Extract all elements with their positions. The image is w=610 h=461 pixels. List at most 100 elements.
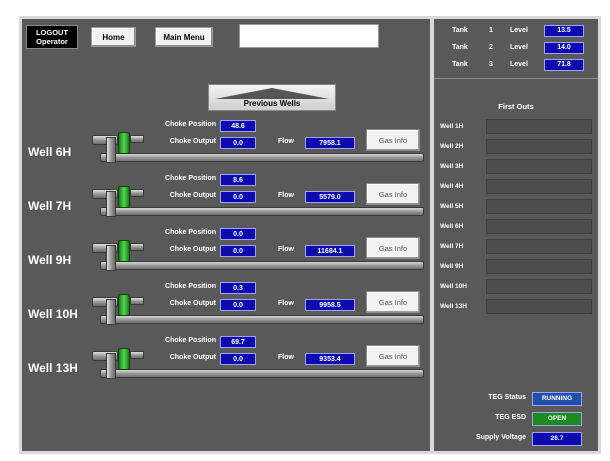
well-row: Well 6H Choke Position 48.6 Choke Output… bbox=[22, 120, 430, 173]
tank-level-value: 71.8 bbox=[544, 59, 584, 71]
first-out-well-label: Well 5H bbox=[440, 203, 464, 210]
tank-label: Tank bbox=[452, 44, 468, 51]
gas-info-button[interactable]: Gas Info bbox=[366, 183, 420, 205]
supply-voltage-value: 26.7 bbox=[532, 432, 582, 446]
choke-valve-icon[interactable] bbox=[118, 186, 130, 208]
valve-stem bbox=[130, 189, 144, 197]
flow-line-pipe bbox=[100, 369, 424, 378]
choke-output-value: 0.0 bbox=[220, 299, 256, 311]
choke-position-label: Choke Position bbox=[165, 337, 216, 344]
previous-wells-button[interactable]: Previous Wells bbox=[208, 84, 336, 111]
choke-valve-icon[interactable] bbox=[118, 240, 130, 262]
first-out-well-label: Well 9H bbox=[440, 263, 464, 270]
flow-label: Flow bbox=[278, 354, 294, 361]
up-arrow-icon bbox=[215, 88, 329, 99]
first-out-indicator bbox=[486, 159, 592, 174]
choke-valve-icon[interactable] bbox=[118, 132, 130, 154]
previous-wells-label: Previous Wells bbox=[243, 99, 301, 108]
first-out-well-label: Well 1H bbox=[440, 123, 464, 130]
first-out-well-label: Well 4H bbox=[440, 183, 464, 190]
choke-output-value: 0.0 bbox=[220, 137, 256, 149]
message-box bbox=[239, 24, 379, 48]
first-out-row: Well 9H bbox=[434, 259, 598, 274]
first-out-row: Well 6H bbox=[434, 219, 598, 234]
flow-line-pipe bbox=[100, 315, 424, 324]
choke-output-label: Choke Output bbox=[169, 300, 216, 307]
tank-number: 1 bbox=[489, 27, 493, 34]
level-label: Level bbox=[510, 44, 528, 51]
teg-status-value: RUNNING bbox=[532, 392, 582, 406]
choke-position-label: Choke Position bbox=[165, 175, 216, 182]
teg-esd-value: OPEN bbox=[532, 412, 582, 426]
choke-position-value: 0.0 bbox=[220, 228, 256, 240]
valve-stem bbox=[130, 243, 144, 251]
tank-number: 2 bbox=[489, 44, 493, 51]
first-out-indicator bbox=[486, 139, 592, 154]
first-out-row: Well 3H bbox=[434, 159, 598, 174]
flow-value: 7958.1 bbox=[305, 137, 355, 149]
first-out-well-label: Well 2H bbox=[440, 143, 464, 150]
well-row: Well 9H Choke Position 0.0 Choke Output … bbox=[22, 228, 430, 281]
main-menu-button[interactable]: Main Menu bbox=[155, 27, 213, 47]
first-out-well-label: Well 10H bbox=[440, 283, 467, 290]
well-name: Well 10H bbox=[28, 307, 78, 321]
valve-stem bbox=[130, 351, 144, 359]
first-out-row: Well 10H bbox=[434, 279, 598, 294]
first-out-row: Well 4H bbox=[434, 179, 598, 194]
operator-label: Operator bbox=[36, 37, 68, 46]
teg-esd-label: TEG ESD bbox=[495, 414, 526, 421]
divider bbox=[434, 78, 598, 79]
home-button[interactable]: Home bbox=[91, 27, 136, 47]
choke-output-label: Choke Output bbox=[169, 354, 216, 361]
first-out-indicator bbox=[486, 259, 592, 274]
supply-voltage-label: Supply Voltage bbox=[475, 434, 526, 441]
choke-position-value: 8.6 bbox=[220, 174, 256, 186]
first-out-row: Well 13H bbox=[434, 299, 598, 314]
choke-output-value: 0.0 bbox=[220, 191, 256, 203]
first-out-row: Well 1H bbox=[434, 119, 598, 134]
first-out-row: Well 2H bbox=[434, 139, 598, 154]
gas-info-button[interactable]: Gas Info bbox=[366, 129, 420, 151]
choke-position-label: Choke Position bbox=[165, 121, 216, 128]
flow-value: 11684.1 bbox=[305, 245, 355, 257]
tank-label: Tank bbox=[452, 27, 468, 34]
gas-info-button[interactable]: Gas Info bbox=[366, 291, 420, 313]
first-out-indicator bbox=[486, 199, 592, 214]
choke-valve-icon[interactable] bbox=[118, 348, 130, 370]
well-name: Well 6H bbox=[28, 145, 72, 159]
well-row: Well 10H Choke Position 0.3 Choke Output… bbox=[22, 282, 430, 335]
flow-line-pipe bbox=[100, 207, 424, 216]
well-name: Well 13H bbox=[28, 361, 78, 375]
riser-pipe bbox=[106, 299, 116, 325]
teg-status-label: TEG Status bbox=[488, 394, 526, 401]
choke-output-label: Choke Output bbox=[169, 138, 216, 145]
well-row: Well 7H Choke Position 8.6 Choke Output … bbox=[22, 174, 430, 227]
choke-output-label: Choke Output bbox=[169, 246, 216, 253]
logout-label: LOGOUT bbox=[35, 28, 69, 37]
flow-label: Flow bbox=[278, 192, 294, 199]
first-out-indicator bbox=[486, 239, 592, 254]
first-out-row: Well 7H bbox=[434, 239, 598, 254]
flow-line-pipe bbox=[100, 153, 424, 162]
first-out-well-label: Well 7H bbox=[440, 243, 464, 250]
choke-position-value: 69.7 bbox=[220, 336, 256, 348]
first-out-row: Well 5H bbox=[434, 199, 598, 214]
first-out-well-label: Well 3H bbox=[440, 163, 464, 170]
logout-button[interactable]: LOGOUT Operator bbox=[26, 25, 78, 49]
riser-pipe bbox=[106, 137, 116, 163]
first-out-indicator bbox=[486, 299, 592, 314]
first-out-indicator bbox=[486, 119, 592, 134]
riser-pipe bbox=[106, 245, 116, 271]
choke-output-value: 0.0 bbox=[220, 353, 256, 365]
gas-info-button[interactable]: Gas Info bbox=[366, 345, 420, 367]
first-out-indicator bbox=[486, 219, 592, 234]
well-name: Well 7H bbox=[28, 199, 72, 213]
level-label: Level bbox=[510, 61, 528, 68]
riser-pipe bbox=[106, 191, 116, 217]
tank-level-value: 13.5 bbox=[544, 25, 584, 37]
choke-valve-icon[interactable] bbox=[118, 294, 130, 316]
flow-label: Flow bbox=[278, 246, 294, 253]
tank-level-row: Tank 3 Level 71.8 bbox=[434, 59, 598, 73]
gas-info-button[interactable]: Gas Info bbox=[366, 237, 420, 259]
main-panel: LOGOUT Operator Home Main Menu Previous … bbox=[22, 19, 430, 451]
